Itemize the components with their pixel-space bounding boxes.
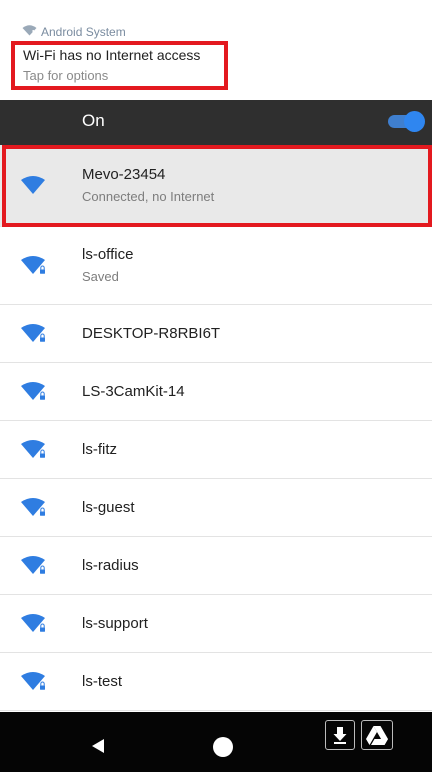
- wifi-icon: [19, 175, 49, 197]
- notification-highlight-box: [11, 41, 228, 90]
- network-status: Connected, no Internet: [82, 189, 215, 204]
- network-name: ls-support: [82, 615, 148, 632]
- wifi-network-row[interactable]: ls-test: [0, 653, 432, 711]
- wifi-lock-icon: [19, 255, 49, 277]
- notification[interactable]: Android System Wi-Fi has no Internet acc…: [0, 0, 432, 100]
- drive-icon[interactable]: [361, 720, 393, 750]
- wifi-alert-icon: [22, 23, 37, 41]
- wifi-network-row[interactable]: ls-office Saved: [0, 227, 432, 305]
- wifi-lock-icon: [19, 381, 49, 403]
- back-icon[interactable]: [92, 739, 104, 758]
- network-status: Saved: [82, 269, 119, 284]
- wifi-network-row[interactable]: ls-radius: [0, 537, 432, 595]
- wifi-network-row[interactable]: ls-support: [0, 595, 432, 653]
- wifi-master-toggle-bar[interactable]: On: [0, 100, 432, 145]
- wifi-toggle-label: On: [82, 111, 105, 130]
- toggle-thumb: [404, 111, 425, 132]
- wifi-network-row[interactable]: Mevo-23454 Connected, no Internet: [0, 145, 432, 227]
- network-name: Mevo-23454: [82, 166, 166, 183]
- wifi-lock-icon: [19, 439, 49, 461]
- network-name: ls-office: [82, 246, 134, 263]
- home-icon[interactable]: [213, 737, 233, 757]
- notification-source: Android System: [22, 23, 126, 41]
- wifi-lock-icon: [19, 671, 49, 693]
- notification-source-label: Android System: [41, 25, 126, 39]
- download-icon[interactable]: [325, 720, 355, 750]
- wifi-toggle-switch[interactable]: [386, 110, 426, 132]
- wifi-lock-icon: [19, 613, 49, 635]
- network-name: ls-guest: [82, 499, 135, 516]
- network-name: ls-radius: [82, 557, 139, 574]
- wifi-network-list: Mevo-23454 Connected, no Internet ls-offic…: [0, 145, 432, 711]
- wifi-network-row[interactable]: ls-fitz: [0, 421, 432, 479]
- wifi-network-row[interactable]: ls-guest: [0, 479, 432, 537]
- network-name: ls-test: [82, 673, 123, 690]
- wifi-lock-icon: [19, 323, 49, 345]
- wifi-lock-icon: [19, 497, 49, 519]
- network-name: DESKTOP-R8RBI6T: [82, 325, 221, 342]
- wifi-lock-icon: [19, 555, 49, 577]
- wifi-network-row[interactable]: DESKTOP-R8RBI6T: [0, 305, 432, 363]
- navigation-bar: [0, 712, 432, 772]
- network-name: ls-fitz: [82, 441, 117, 458]
- network-name: LS-3CamKit-14: [82, 383, 185, 400]
- wifi-network-row[interactable]: LS-3CamKit-14: [0, 363, 432, 421]
